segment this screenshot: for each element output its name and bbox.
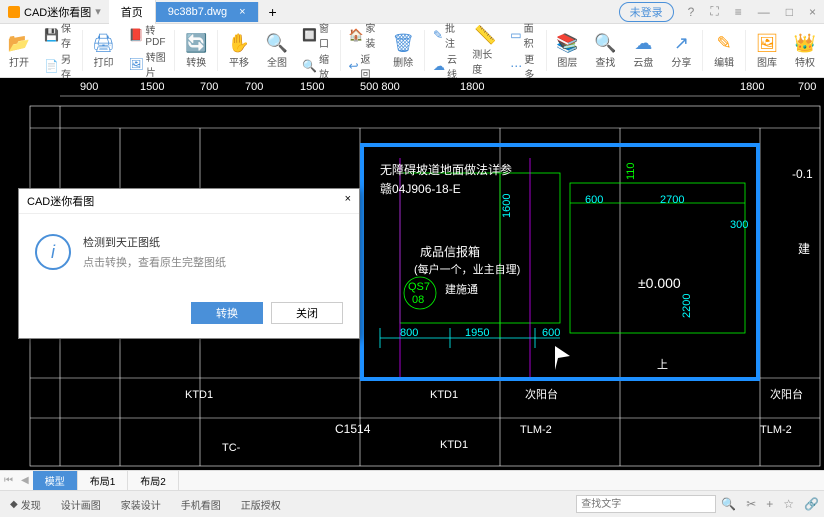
share-button[interactable]: ↗分享 xyxy=(662,24,700,77)
close-window-icon[interactable]: × xyxy=(801,5,824,19)
gallery-button[interactable]: 🖼图库 xyxy=(748,24,786,77)
discover-button[interactable]: ◆ 发现 xyxy=(0,497,51,512)
find-button[interactable]: 🔍查找 xyxy=(586,24,624,77)
fit-button[interactable]: 🔍全图 xyxy=(258,24,296,77)
app-title: CAD迷你看图 ▾ xyxy=(0,4,109,20)
svg-text:TLM-2: TLM-2 xyxy=(760,424,792,436)
mobile-button[interactable]: 手机看图 xyxy=(171,497,231,512)
convert-button[interactable]: 🔄转换 xyxy=(177,24,215,77)
svg-text:700: 700 xyxy=(798,81,816,93)
tab-first-icon[interactable]: ⏮ xyxy=(0,475,17,486)
print-button[interactable]: 🖨打印 xyxy=(84,24,122,77)
edit-button[interactable]: ✎编辑 xyxy=(705,24,743,77)
delete-button[interactable]: 🗑删除 xyxy=(384,24,422,77)
svg-text:建: 建 xyxy=(798,242,810,256)
selection-highlight xyxy=(360,143,760,381)
pan-button[interactable]: ✋平移 xyxy=(220,24,258,77)
svg-text:TLM-2: TLM-2 xyxy=(520,424,552,436)
svg-text:KTD1: KTD1 xyxy=(430,389,458,401)
new-tab-button[interactable]: + xyxy=(259,4,287,20)
tab-prev-icon[interactable]: ◀ xyxy=(17,475,33,486)
plus-icon[interactable]: + xyxy=(761,497,778,511)
search-input[interactable] xyxy=(576,495,716,513)
screenshot-icon[interactable]: ✂ xyxy=(741,497,761,511)
svg-text:次阳台: 次阳台 xyxy=(770,387,803,401)
measure-button[interactable]: 📏测长度 xyxy=(466,24,504,77)
help-icon[interactable]: ? xyxy=(680,5,703,19)
tab-dwg[interactable]: 9c38b7.dwg× xyxy=(156,2,259,22)
svg-text:500 800: 500 800 xyxy=(360,81,400,93)
save-group[interactable]: 💾保存 📄另存 xyxy=(38,24,80,77)
search-icon[interactable]: 🔍 xyxy=(716,497,741,511)
svg-text:700: 700 xyxy=(245,81,263,93)
maximize-icon[interactable]: □ xyxy=(778,5,801,19)
tab-home[interactable]: 首页 xyxy=(109,0,156,24)
toolbar: 📂打开 💾保存 📄另存 🖨打印 📕转PDF 🖼转图片 🔄转换 ✋平移 🔍全图 🔲… xyxy=(0,24,824,78)
convert-dialog: CAD迷你看图 × i 检测到天正图纸 点击转换，查看原生完整图纸 转换 关闭 xyxy=(18,188,360,339)
svg-text:-0.1: -0.1 xyxy=(792,167,813,181)
svg-text:1800: 1800 xyxy=(740,81,764,93)
titlebar: CAD迷你看图 ▾ 首页 9c38b7.dwg× + 未登录 ? ⛶ ≡ — □… xyxy=(0,0,824,24)
minimize-icon[interactable]: — xyxy=(750,5,778,19)
layout1-tab[interactable]: 布局1 xyxy=(78,471,129,490)
dialog-title: CAD迷你看图 xyxy=(27,193,94,209)
info-icon: i xyxy=(35,234,71,270)
convert-button[interactable]: 转换 xyxy=(191,302,263,324)
svg-text:900: 900 xyxy=(80,81,98,93)
decor-button[interactable]: 家装设计 xyxy=(111,497,171,512)
export-group[interactable]: 📕转PDF 🖼转图片 xyxy=(122,24,172,77)
annotate-group[interactable]: ✎批注 ☁云线 xyxy=(427,24,466,77)
model-tab[interactable]: 模型 xyxy=(33,471,78,490)
svg-text:1500: 1500 xyxy=(300,81,324,93)
dialog-message-line2: 点击转换，查看原生完整图纸 xyxy=(83,254,226,274)
svg-text:KTD1: KTD1 xyxy=(185,389,213,401)
cloud-button[interactable]: ☁云盘 xyxy=(624,24,662,77)
svg-text:700: 700 xyxy=(200,81,218,93)
close-icon[interactable]: × xyxy=(239,6,245,18)
layout-tabs: ⏮ ◀ 模型 布局1 布局2 xyxy=(0,470,824,490)
area-group[interactable]: ▭面积 ⋯更多 xyxy=(504,24,543,77)
zoom-group[interactable]: 🔲窗口 🔍缩放 xyxy=(296,24,338,77)
svg-text:次阳台: 次阳台 xyxy=(525,387,558,401)
link-icon[interactable]: 🔗 xyxy=(799,497,824,511)
layout2-tab[interactable]: 布局2 xyxy=(128,471,179,490)
layer-button[interactable]: 📚图层 xyxy=(548,24,586,77)
drawing-canvas[interactable]: 900 1500 700 700 1500 500 800 1800 1800 … xyxy=(0,78,824,470)
svg-text:C1514: C1514 xyxy=(335,422,371,436)
privilege-button[interactable]: 👑特权 xyxy=(786,24,824,77)
svg-text:KTD1: KTD1 xyxy=(440,439,468,451)
close-button[interactable]: 关闭 xyxy=(271,302,343,324)
dialog-message-line1: 检测到天正图纸 xyxy=(83,234,226,254)
bookmark-icon[interactable]: ☆ xyxy=(778,497,799,511)
open-button[interactable]: 📂打开 xyxy=(0,24,38,77)
nav-group[interactable]: 🏠家装 ↩返回 xyxy=(342,24,384,77)
design-button[interactable]: 设计画图 xyxy=(51,497,111,512)
statusbar: ◆ 发现 设计画图 家装设计 手机看图 正版授权 🔍 ✂ + ☆ 🔗 xyxy=(0,490,824,517)
login-button[interactable]: 未登录 xyxy=(619,2,674,22)
menu-icon[interactable]: ≡ xyxy=(727,5,750,19)
svg-text:TC-: TC- xyxy=(222,442,241,454)
expand-icon[interactable]: ⛶ xyxy=(702,4,726,19)
svg-text:1800: 1800 xyxy=(460,81,484,93)
svg-text:1500: 1500 xyxy=(140,81,164,93)
genuine-button[interactable]: 正版授权 xyxy=(231,497,291,512)
dialog-close-icon[interactable]: × xyxy=(345,193,351,209)
